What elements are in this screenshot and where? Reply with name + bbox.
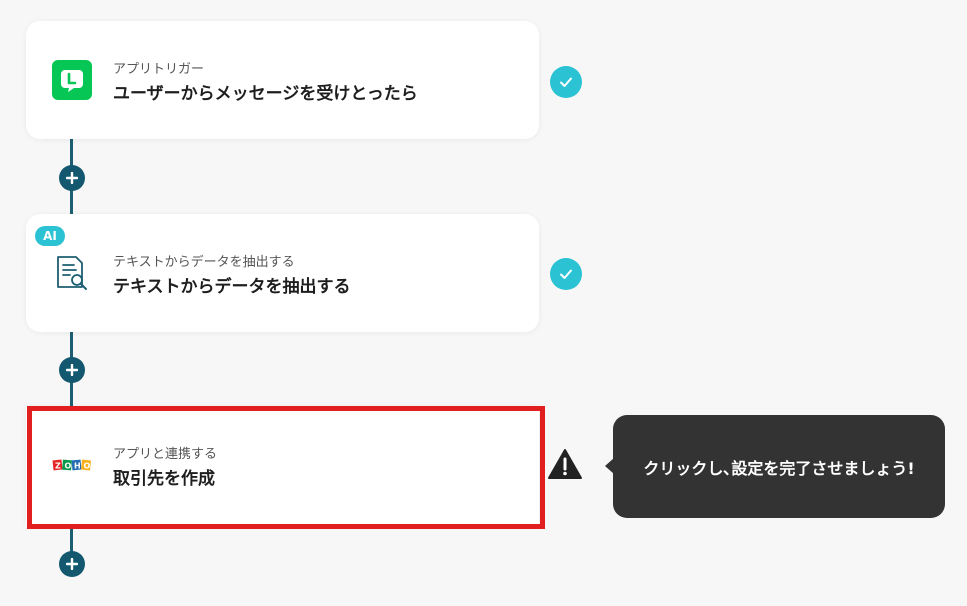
add-step-button[interactable] [59, 551, 85, 577]
tooltip: クリックし､設定を完了させましょう! [613, 415, 945, 518]
step-title: 取引先を作成 [113, 469, 215, 489]
zoho-logo-icon: Z O H O [52, 445, 92, 485]
step-card-ai-extract[interactable]: テキストからデータを抽出する テキストからデータを抽出する [26, 214, 539, 332]
step-card-trigger[interactable]: アプリトリガー ユーザーからメッセージを受けとったら [26, 21, 539, 139]
add-step-button[interactable] [59, 165, 85, 191]
check-icon [550, 66, 582, 98]
check-icon [550, 258, 582, 290]
step-card-zoho-create-account[interactable]: Z O H O アプリと連携する 取引先を作成 [26, 406, 539, 524]
warning-icon [547, 448, 583, 480]
ai-badge: AI [35, 226, 65, 246]
step-subtitle: アプリと連携する [113, 447, 218, 462]
svg-text:Z: Z [55, 462, 61, 471]
step-title: テキストからデータを抽出する [113, 277, 351, 297]
step-title: ユーザーからメッセージを受けとったら [113, 84, 418, 104]
step-subtitle: テキストからデータを抽出する [113, 255, 295, 270]
step-subtitle: アプリトリガー [113, 62, 205, 77]
workflow-canvas: アプリトリガー ユーザーからメッセージを受けとったら テキストからデータを抽出す… [0, 0, 967, 606]
svg-text:H: H [74, 462, 81, 471]
plus-icon [66, 172, 78, 184]
plus-icon [66, 364, 78, 376]
svg-text:O: O [65, 462, 72, 471]
plus-icon [66, 558, 78, 570]
add-step-button[interactable] [59, 357, 85, 383]
svg-text:O: O [84, 462, 91, 471]
line-app-icon [52, 60, 92, 100]
tooltip-text: クリックし､設定を完了させましょう! [643, 458, 915, 478]
document-search-icon [52, 253, 92, 293]
